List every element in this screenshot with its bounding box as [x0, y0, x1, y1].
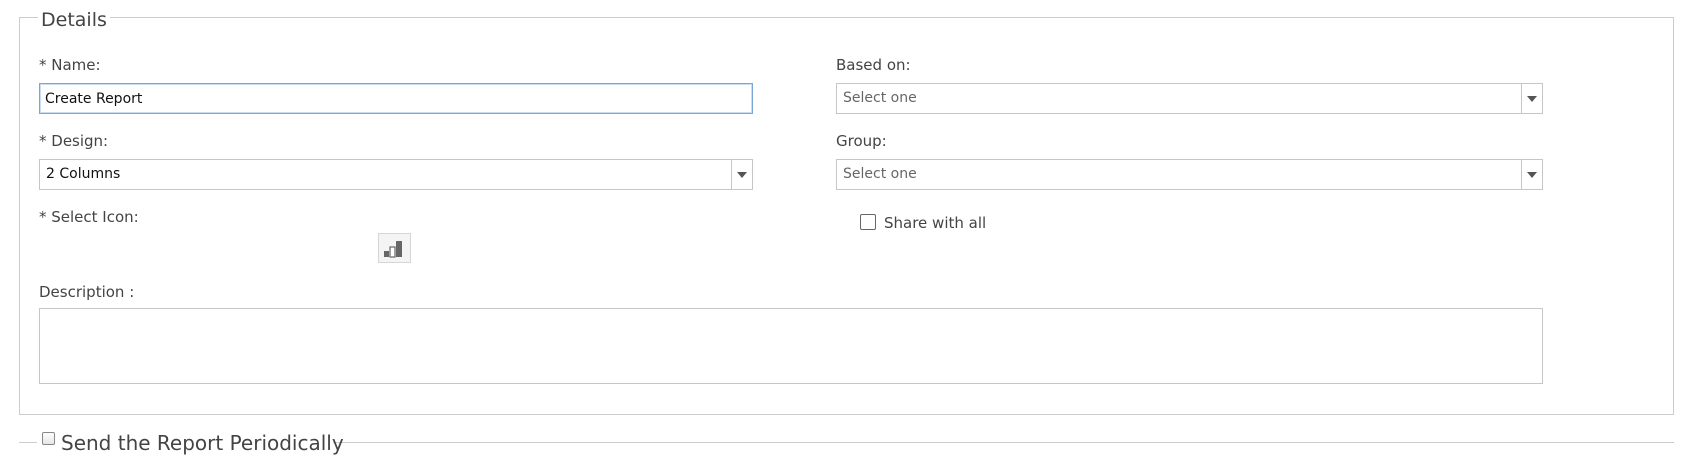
share-with-all-label: Share with all — [884, 214, 987, 232]
design-label: * Design: — [39, 132, 109, 150]
select-icon-label: * Select Icon: — [39, 208, 139, 226]
design-select[interactable]: 2 Columns — [39, 159, 753, 190]
based-on-select[interactable]: Select one — [836, 83, 1543, 114]
share-with-all-checkbox[interactable] — [860, 214, 876, 230]
details-legend: Details — [38, 9, 110, 31]
chevron-down-icon[interactable] — [1521, 84, 1542, 113]
chevron-down-icon[interactable] — [731, 160, 752, 189]
send-periodically-label: Send the Report Periodically — [61, 431, 344, 455]
report-details-form: Details * Name: Based on: Select one * D… — [0, 0, 1693, 461]
group-value: Select one — [843, 166, 917, 182]
based-on-value: Select one — [843, 90, 917, 106]
description-textarea[interactable] — [39, 308, 1543, 384]
bar-chart-icon — [384, 241, 402, 258]
based-on-label: Based on: — [836, 56, 911, 74]
group-label: Group: — [836, 132, 887, 150]
group-select[interactable]: Select one — [836, 159, 1543, 190]
send-periodically-checkbox[interactable] — [42, 432, 55, 445]
name-input[interactable] — [39, 83, 753, 114]
design-value: 2 Columns — [46, 166, 121, 182]
description-label: Description : — [39, 283, 135, 301]
icon-picker-button[interactable] — [378, 233, 411, 263]
name-label: * Name: — [39, 56, 101, 74]
chevron-down-icon[interactable] — [1521, 160, 1542, 189]
periodic-legend: Send the Report Periodically — [37, 428, 344, 458]
